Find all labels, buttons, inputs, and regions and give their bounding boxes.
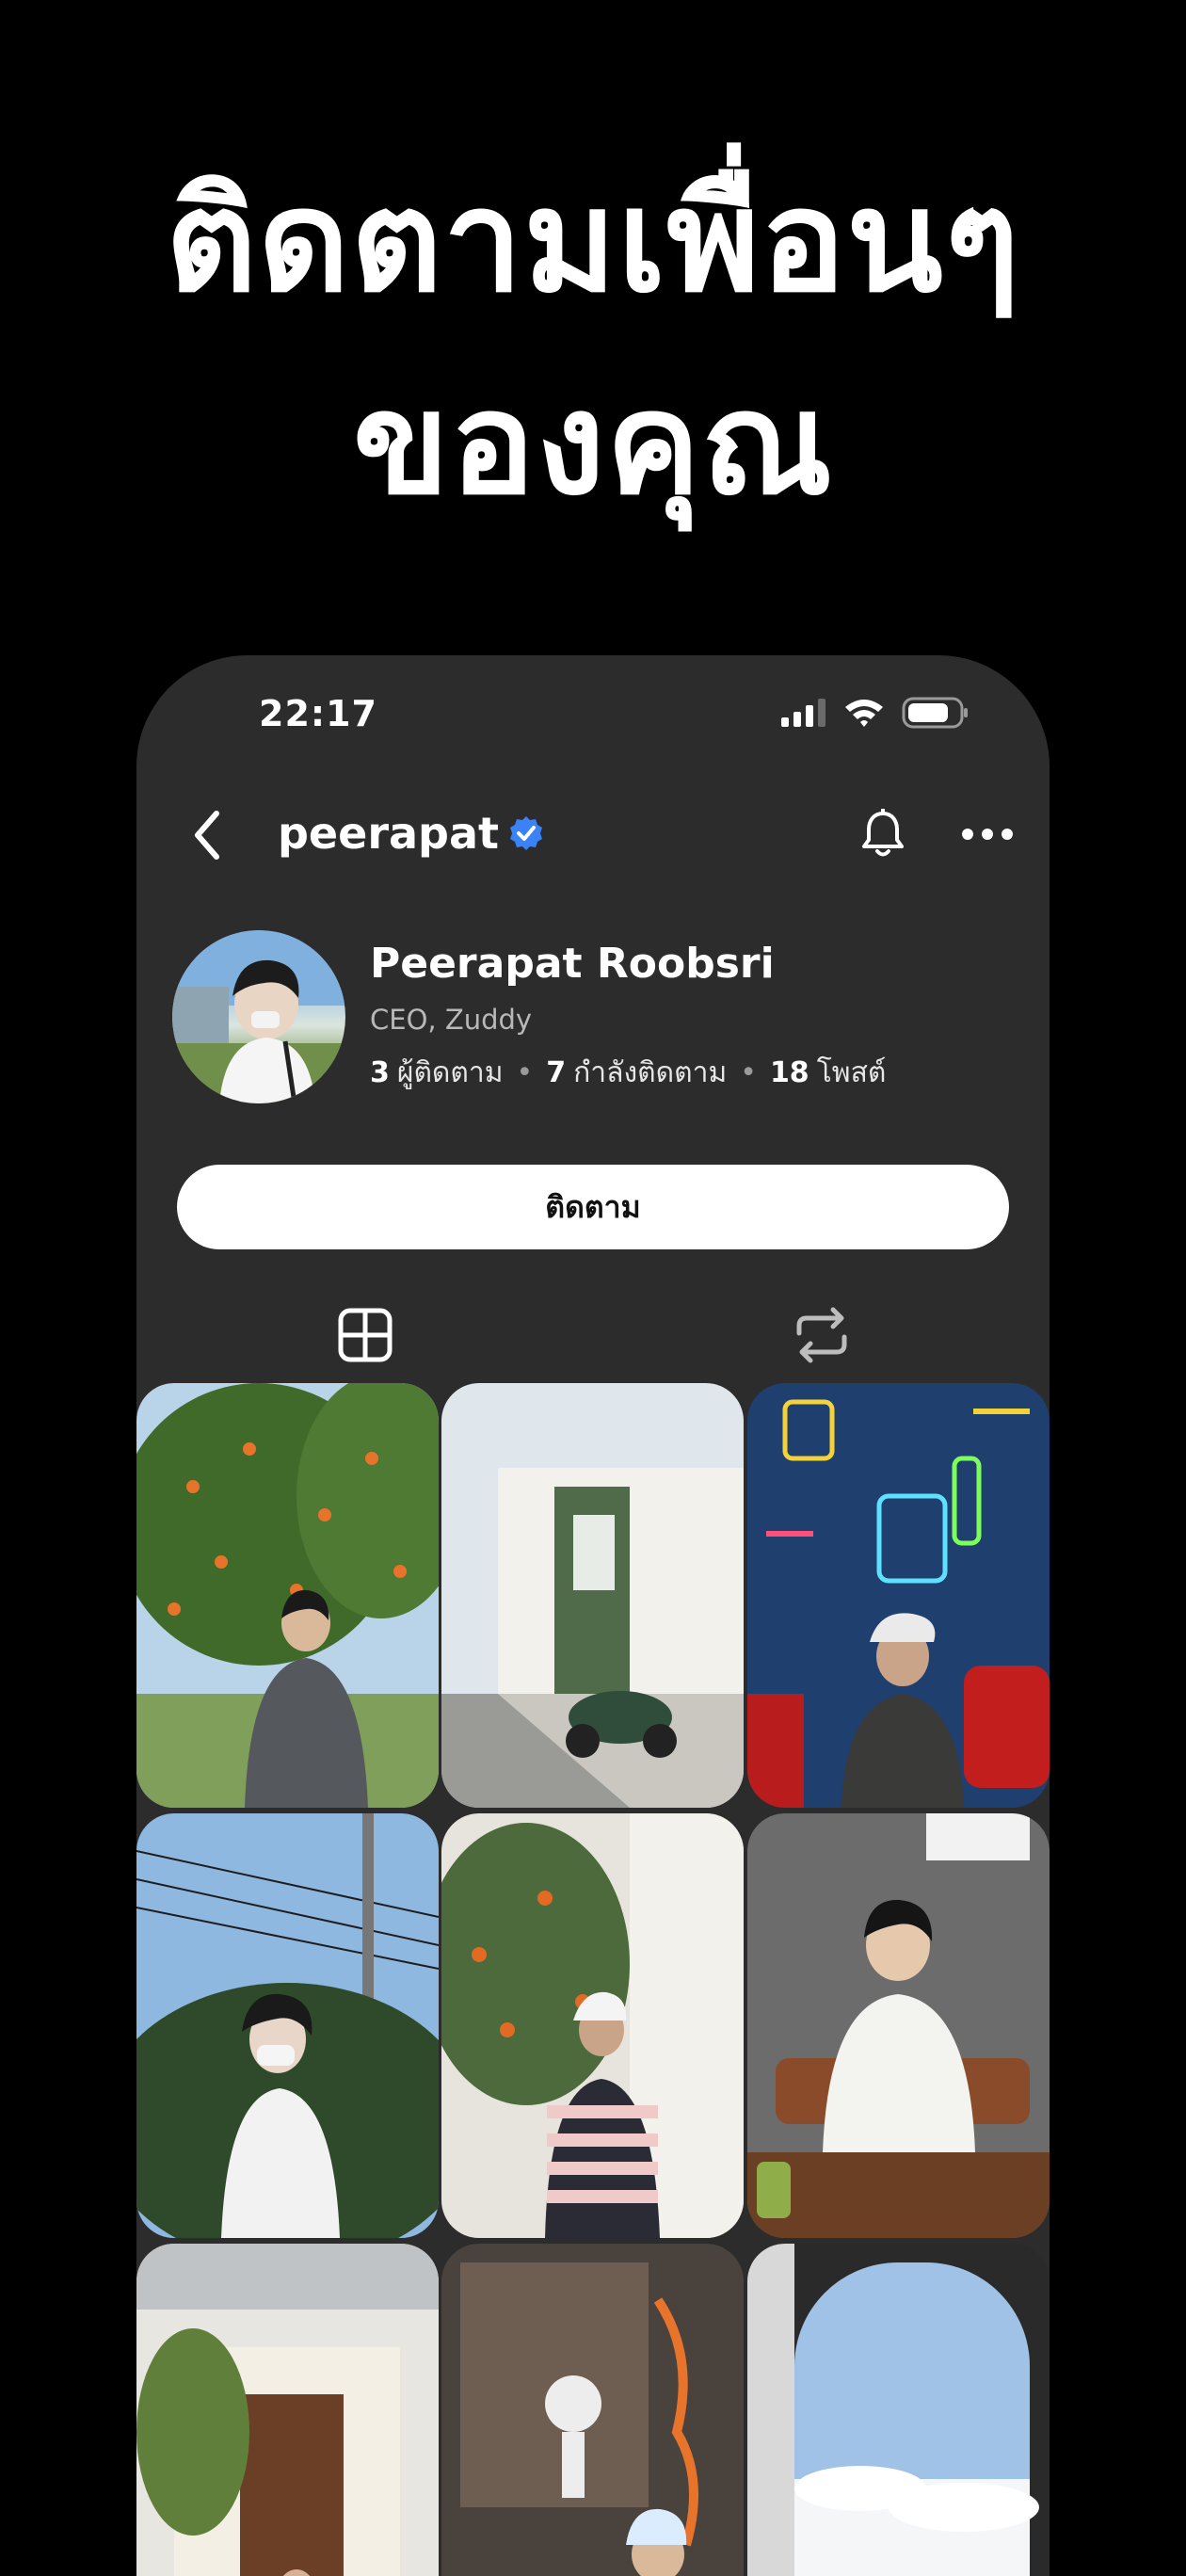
post-thumbnail[interactable] bbox=[747, 1383, 1050, 1808]
bell-icon bbox=[862, 809, 904, 857]
tab-posts-grid[interactable] bbox=[136, 1288, 593, 1382]
post-photo bbox=[441, 1383, 744, 1808]
more-horizontal-icon bbox=[962, 829, 1013, 840]
post-thumbnail[interactable] bbox=[136, 1813, 439, 2238]
following-stat[interactable]: 7 กำลังติดตาม bbox=[546, 1051, 727, 1095]
following-count: 7 bbox=[546, 1056, 567, 1089]
stat-separator: • bbox=[516, 1056, 534, 1089]
more-options-button[interactable] bbox=[952, 798, 1023, 870]
post-thumbnail[interactable] bbox=[441, 2244, 744, 2576]
post-photo bbox=[441, 2244, 744, 2576]
profile-title: CEO, Zuddy bbox=[370, 1004, 533, 1036]
status-bar: 22:17 bbox=[136, 655, 1050, 768]
post-thumbnail[interactable] bbox=[136, 1383, 439, 1808]
post-photo bbox=[747, 2244, 1050, 2576]
post-thumbnail[interactable] bbox=[441, 1383, 744, 1808]
followers-count: 3 bbox=[370, 1056, 390, 1089]
back-button[interactable] bbox=[174, 802, 240, 868]
posts-count: 18 bbox=[769, 1056, 809, 1089]
stat-separator: • bbox=[740, 1056, 757, 1089]
nav-bar: peerapat bbox=[136, 787, 1050, 881]
nav-username: peerapat bbox=[278, 808, 544, 859]
profile-header: Peerapat Roobsri CEO, Zuddy 3 ผู้ติดตาม •… bbox=[136, 930, 1050, 1119]
post-photo bbox=[136, 1813, 439, 2238]
post-photo bbox=[136, 1383, 439, 1808]
repost-icon bbox=[796, 1307, 846, 1363]
post-photo bbox=[136, 2244, 439, 2576]
headline-line-1: ติดตามเพื่อนๆ bbox=[165, 160, 1021, 324]
avatar-photo bbox=[172, 930, 345, 1103]
headline-line-2: ของคุณ bbox=[352, 362, 834, 526]
post-thumbnail[interactable] bbox=[747, 1813, 1050, 2238]
post-photo bbox=[747, 1813, 1050, 2238]
tab-reposts[interactable] bbox=[593, 1288, 1050, 1382]
profile-stats: 3 ผู้ติดตาม • 7 กำลังติดตาม • 18 โพสต์ bbox=[370, 1051, 886, 1095]
post-photo bbox=[441, 1813, 744, 2238]
post-thumbnail[interactable] bbox=[747, 2244, 1050, 2576]
phone-frame: 22:17 peerapat Peerapat Roobsri CEO, Zud… bbox=[136, 655, 1050, 2576]
wifi-icon bbox=[845, 700, 883, 727]
followers-label: ผู้ติดตาม bbox=[396, 1056, 504, 1089]
headline: ติดตามเพื่อนๆ ของคุณ bbox=[0, 141, 1186, 546]
grid-icon bbox=[338, 1308, 392, 1362]
post-thumbnail[interactable] bbox=[136, 2244, 439, 2576]
post-thumbnail[interactable] bbox=[441, 1813, 744, 2238]
following-label: กำลังติดตาม bbox=[573, 1056, 728, 1089]
chevron-left-icon bbox=[195, 811, 219, 860]
posts-stat: 18 โพสต์ bbox=[770, 1051, 886, 1095]
profile-tabs bbox=[136, 1288, 1050, 1382]
verified-badge-icon bbox=[510, 816, 543, 850]
avatar[interactable] bbox=[172, 930, 345, 1103]
username-label: peerapat bbox=[278, 808, 500, 859]
status-icons bbox=[781, 697, 970, 729]
battery-icon bbox=[902, 697, 968, 729]
posts-label: โพสต์ bbox=[816, 1056, 887, 1089]
notification-button[interactable] bbox=[847, 798, 919, 870]
post-photo bbox=[747, 1383, 1050, 1808]
followers-stat[interactable]: 3 ผู้ติดตาม bbox=[370, 1051, 504, 1095]
signal-icon bbox=[781, 699, 825, 727]
status-time: 22:17 bbox=[259, 693, 377, 734]
follow-button[interactable]: ติดตาม bbox=[177, 1165, 1009, 1249]
profile-name: Peerapat Roobsri bbox=[370, 940, 775, 988]
